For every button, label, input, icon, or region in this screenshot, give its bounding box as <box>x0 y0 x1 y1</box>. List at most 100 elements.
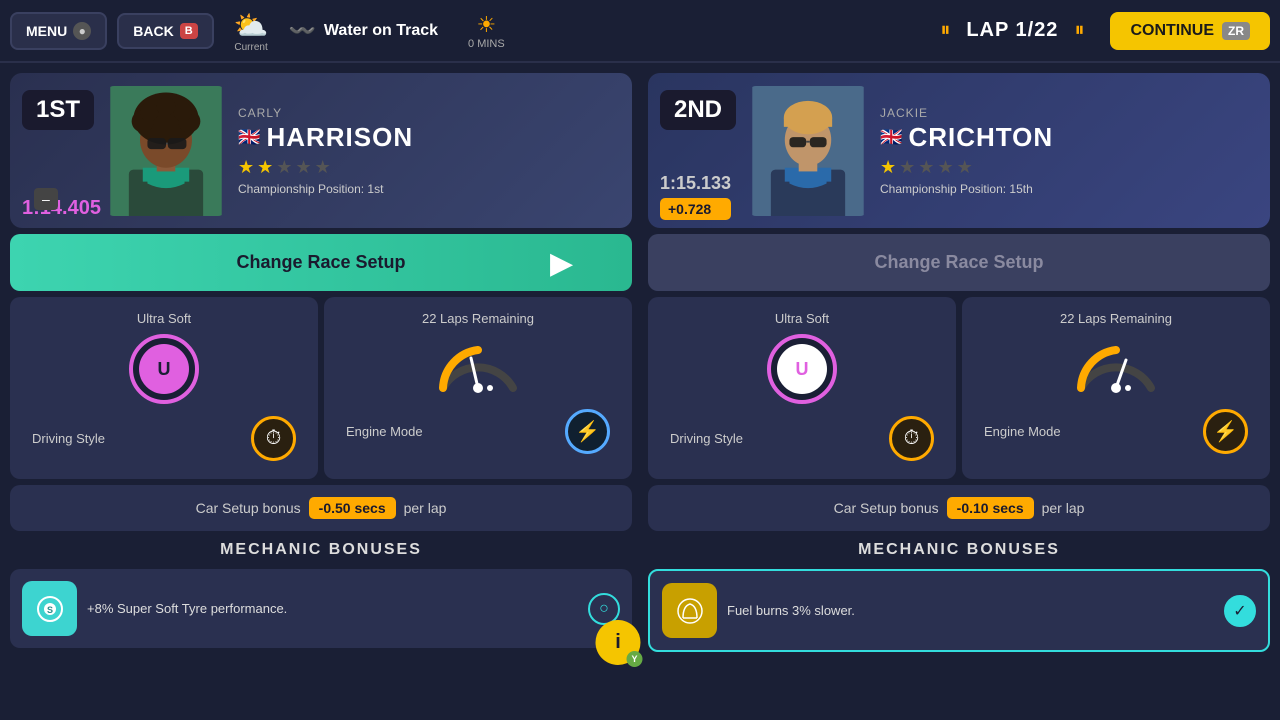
player1-tyre-card: Ultra Soft U Driving Style ⏱ <box>10 297 318 479</box>
player2-tyre-inner: U <box>777 344 827 394</box>
player2-champ: Championship Position: 15th <box>880 182 1258 196</box>
player1-card: 1ST <box>10 73 632 710</box>
player1-tyre-gauge: U <box>129 334 199 404</box>
lap-info: LAP 1/22 <box>966 19 1058 42</box>
player2-tyre-label: Ultra Soft <box>775 311 829 326</box>
info-button[interactable]: i Y <box>596 620 641 665</box>
player1-tyre-label: Ultra Soft <box>137 311 191 326</box>
player1-bonus-suffix: per lap <box>404 500 447 516</box>
player2-setup-row: Ultra Soft U Driving Style ⏱ 22 Laps Rem… <box>648 297 1270 479</box>
zr-badge: ZR <box>1222 22 1250 40</box>
speedometer-icon-2: ⏱ <box>904 427 920 450</box>
player2-driving-style-toggle[interactable]: ⏱ <box>889 416 934 461</box>
player2-card: 2ND <box>648 73 1270 710</box>
continue-button[interactable]: CONTINUE ZR <box>1110 12 1270 50</box>
player1-driving-style-row: Driving Style ⏱ <box>24 412 304 465</box>
player1-speed-gauge <box>433 338 523 393</box>
player2-lap-time: 1:15.133 <box>660 173 731 194</box>
player2-driving-style-row: Driving Style ⏱ <box>662 412 942 465</box>
player1-flag-row: 🇬🇧 HARRISON <box>238 122 620 153</box>
player1-change-setup-button[interactable]: Change Race Setup ▶ <box>10 234 632 291</box>
player1-mechanic-title: MECHANIC BONUSES <box>10 537 632 563</box>
player2-lastname: CRICHTON <box>908 122 1053 153</box>
player2-tyre-card: Ultra Soft U Driving Style ⏱ <box>648 297 956 479</box>
weather-label: Current <box>234 42 267 53</box>
weather-icon: ⛅ <box>234 9 269 42</box>
back-button[interactable]: BACK B <box>117 13 213 49</box>
player2-firstname: JACKIE <box>880 106 1258 120</box>
continue-label: CONTINUE <box>1130 22 1214 40</box>
cursor-arrow: ▶ <box>550 246 572 279</box>
time-value: 0 MINS <box>468 38 505 50</box>
player2-bonus-suffix: per lap <box>1042 500 1085 516</box>
lightning-icon: ⚡ <box>575 419 600 444</box>
water-icon: 〰️ <box>289 18 316 44</box>
player2-mechanic-check: ✓ <box>1224 595 1256 627</box>
svg-text:S: S <box>47 605 53 615</box>
player1-bonus-value: -0.50 secs <box>309 497 396 519</box>
player2-change-setup-button[interactable]: Change Race Setup <box>648 234 1270 291</box>
player1-driving-style-toggle[interactable]: ⏱ <box>251 416 296 461</box>
player1-firstname: CARLY <box>238 106 620 120</box>
player1-engine-mode-label: Engine Mode <box>346 424 423 439</box>
player1-setup-row: Ultra Soft U Driving Style ⏱ 22 Laps Rem… <box>10 297 632 479</box>
player1-mechanic-icon: S <box>22 581 77 636</box>
player1-champ: Championship Position: 1st <box>238 182 620 196</box>
pause-button-left[interactable]: ⏸ <box>934 19 956 42</box>
player2-speed-gauge <box>1071 338 1161 393</box>
player1-flag: 🇬🇧 <box>238 127 260 148</box>
player2-portrait-svg <box>748 86 868 216</box>
player1-driver-info: 1ST <box>10 73 632 228</box>
player2-gauge-svg <box>1071 338 1161 393</box>
player2-driving-style-label: Driving Style <box>670 431 743 446</box>
player1-bonus-label: Car Setup bonus <box>196 500 301 516</box>
player2-engine-mode-label: Engine Mode <box>984 424 1061 439</box>
player2-mechanic-title: MECHANIC BONUSES <box>648 537 1270 563</box>
clock-icon: ☀ <box>477 12 497 38</box>
info-icon: i <box>615 631 621 654</box>
player1-stars: ★ ★ ★ ★ ★ <box>238 157 620 178</box>
lightning-icon-2: ⚡ <box>1213 419 1238 444</box>
menu-label: MENU <box>26 23 67 39</box>
player1-driving-style-label: Driving Style <box>32 431 105 446</box>
player2-engine-mode-toggle[interactable]: ⚡ <box>1203 409 1248 454</box>
player2-tyre-gauge: U <box>767 334 837 404</box>
player1-laps-label: 22 Laps Remaining <box>422 311 534 326</box>
player2-laps-label: 22 Laps Remaining <box>1060 311 1172 326</box>
track-condition: 〰️ Water on Track <box>289 18 439 44</box>
player2-details: JACKIE 🇬🇧 CRICHTON ★ ★ ★ ★ ★ Championshi… <box>880 106 1258 196</box>
player1-mechanic-card: S +8% Super Soft Tyre performance. ○ <box>10 569 632 648</box>
player1-minus-button[interactable]: – <box>34 188 58 210</box>
player1-engine-mode-row: Engine Mode ⚡ <box>338 405 618 458</box>
player2-laps-card: 22 Laps Remaining Engine Mode ⚡ <box>962 297 1270 479</box>
player2-lap-area: 1:15.133 +0.728 <box>660 173 731 220</box>
player1-details: CARLY 🇬🇧 HARRISON ★ ★ ★ ★ ★ Championship… <box>238 106 620 196</box>
player2-setup-label: Change Race Setup <box>874 252 1043 272</box>
menu-icon: ● <box>73 22 91 40</box>
player2-flag: 🇬🇧 <box>880 127 902 148</box>
menu-button[interactable]: MENU ● <box>10 12 107 50</box>
time-section: ☀ 0 MINS <box>468 12 505 50</box>
player1-portrait <box>106 86 226 216</box>
back-badge: B <box>180 23 198 39</box>
player1-lastname: HARRISON <box>266 122 413 153</box>
player2-portrait <box>748 86 868 216</box>
player1-engine-mode-toggle[interactable]: ⚡ <box>565 409 610 454</box>
player2-engine-mode-row: Engine Mode ⚡ <box>976 405 1256 458</box>
top-bar: MENU ● BACK B ⛅ Current 〰️ Water on Trac… <box>0 0 1280 63</box>
back-label: BACK <box>133 23 173 39</box>
track-condition-label: Water on Track <box>324 22 438 40</box>
fuel-bonus-icon <box>675 596 705 626</box>
pause-button-right[interactable]: ⏸ <box>1068 19 1090 42</box>
player2-flag-row: 🇬🇧 CRICHTON <box>880 122 1258 153</box>
player2-mechanic-text: Fuel burns 3% slower. <box>727 603 1214 618</box>
player1-tyre-inner: U <box>139 344 189 394</box>
player1-position: 1ST <box>22 90 94 130</box>
player2-bonus-row: Car Setup bonus -0.10 secs per lap <box>648 485 1270 531</box>
player2-driver-info: 2ND <box>648 73 1270 228</box>
weather-section: ⛅ Current <box>234 9 269 53</box>
player1-setup-label: Change Race Setup <box>236 252 405 272</box>
main-content: 1ST <box>0 63 1280 720</box>
player2-bonus-value: -0.10 secs <box>947 497 1034 519</box>
speedometer-icon: ⏱ <box>266 427 282 450</box>
